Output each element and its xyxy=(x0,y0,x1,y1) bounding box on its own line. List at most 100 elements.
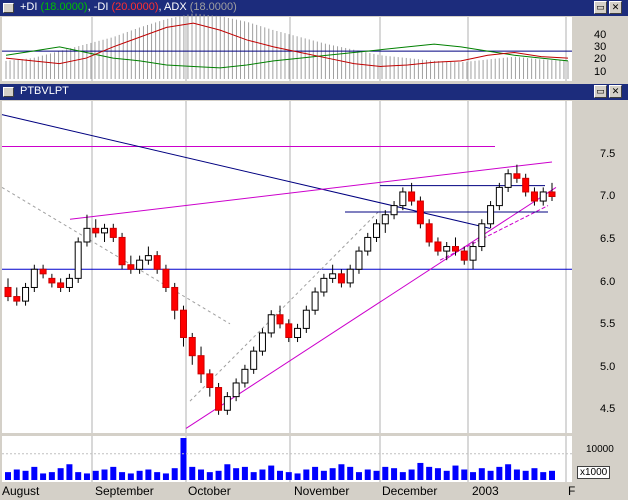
candle-body xyxy=(451,246,459,252)
candle-body xyxy=(513,173,521,179)
candle-body xyxy=(83,227,91,243)
candle-body xyxy=(101,227,109,234)
candle-body xyxy=(522,177,530,193)
volume-bar xyxy=(303,469,310,480)
volume-bar xyxy=(145,469,152,480)
volume-bar xyxy=(470,472,477,480)
upper-trendline xyxy=(69,161,553,220)
chart-canvas[interactable] xyxy=(0,0,628,500)
volume-bar xyxy=(461,469,468,480)
volume-bar xyxy=(119,472,126,480)
candle-body xyxy=(109,227,117,238)
candle-body xyxy=(74,241,82,279)
candle-body xyxy=(478,223,486,248)
candle-body xyxy=(92,227,100,234)
channel-line xyxy=(189,209,381,402)
volume-bar xyxy=(496,466,503,480)
volume-bar xyxy=(48,472,55,480)
candle-body xyxy=(460,250,468,261)
volume-bar xyxy=(171,468,178,480)
volume-bar xyxy=(215,470,222,480)
candle-body xyxy=(162,268,170,288)
volume-bar xyxy=(452,465,459,480)
volume-bar xyxy=(426,466,433,480)
candle-body xyxy=(22,286,30,302)
volume-bar xyxy=(180,438,187,480)
candle-body xyxy=(408,191,416,202)
candle-body xyxy=(311,291,319,311)
candle-body xyxy=(250,350,258,370)
candle-body xyxy=(188,336,196,357)
candle-body xyxy=(39,268,47,275)
down-trendline xyxy=(1,114,491,229)
candle-body xyxy=(504,173,512,188)
volume-bar xyxy=(417,462,424,480)
volume-bar xyxy=(540,472,547,480)
candle-body xyxy=(13,296,21,302)
candle-body xyxy=(179,309,187,338)
candle-body xyxy=(232,382,240,398)
candle-body xyxy=(434,241,442,252)
candle-body xyxy=(267,314,275,334)
volume-bar xyxy=(31,466,38,480)
volume-bar xyxy=(478,468,485,480)
volume-bar xyxy=(285,472,292,480)
volume-bar xyxy=(549,470,555,480)
volume-bar xyxy=(443,470,450,480)
volume-bar xyxy=(110,466,117,480)
candle-body xyxy=(241,368,249,384)
candle-body xyxy=(425,223,433,243)
candle-body xyxy=(469,246,477,261)
volume-bar xyxy=(127,473,134,480)
channel-line xyxy=(1,186,231,325)
candle-body xyxy=(258,332,266,352)
volume-bar xyxy=(364,469,371,480)
volume-bar xyxy=(434,468,441,480)
volume-bar xyxy=(233,468,240,480)
candle-body xyxy=(276,314,284,325)
volume-bar xyxy=(198,469,205,480)
candle-body xyxy=(294,327,302,338)
volume-bar xyxy=(75,472,82,480)
volume-bar xyxy=(162,473,169,480)
volume-bar xyxy=(487,470,494,480)
volume-bar xyxy=(154,472,161,480)
candle-body xyxy=(30,268,38,288)
volume-bar xyxy=(268,465,275,480)
candle-body xyxy=(127,264,135,270)
candle-body xyxy=(346,268,354,284)
volume-bar xyxy=(505,464,512,480)
candle-body xyxy=(57,282,65,288)
volume-bar xyxy=(40,473,47,480)
candle-body xyxy=(548,191,556,198)
candle-body xyxy=(136,259,144,270)
candle-body xyxy=(399,191,407,207)
volume-bar xyxy=(57,468,64,480)
candle-body xyxy=(144,255,152,261)
volume-bar xyxy=(320,470,327,480)
volume-bar xyxy=(101,469,108,480)
candle-body xyxy=(443,246,451,252)
candle-body xyxy=(390,205,398,216)
candle-body xyxy=(215,387,223,411)
volume-bar xyxy=(277,470,283,480)
candle-body xyxy=(206,373,214,389)
volume-bar xyxy=(136,470,143,480)
volume-bar xyxy=(338,464,345,480)
candle-body xyxy=(118,236,126,266)
candle-body xyxy=(373,223,381,238)
volume-bar xyxy=(382,466,389,480)
candle-body xyxy=(364,236,372,252)
volume-bar xyxy=(259,469,266,480)
candle-body xyxy=(223,396,231,411)
candle-body xyxy=(302,309,310,329)
volume-bar xyxy=(189,466,196,480)
volume-bar xyxy=(329,468,336,480)
volume-bar xyxy=(250,472,257,480)
candle-body xyxy=(337,273,345,284)
candle-body xyxy=(381,214,389,225)
candle-body xyxy=(416,200,424,225)
volume-bar xyxy=(391,468,398,480)
volume-bar xyxy=(399,472,406,480)
candle-body xyxy=(495,186,503,207)
